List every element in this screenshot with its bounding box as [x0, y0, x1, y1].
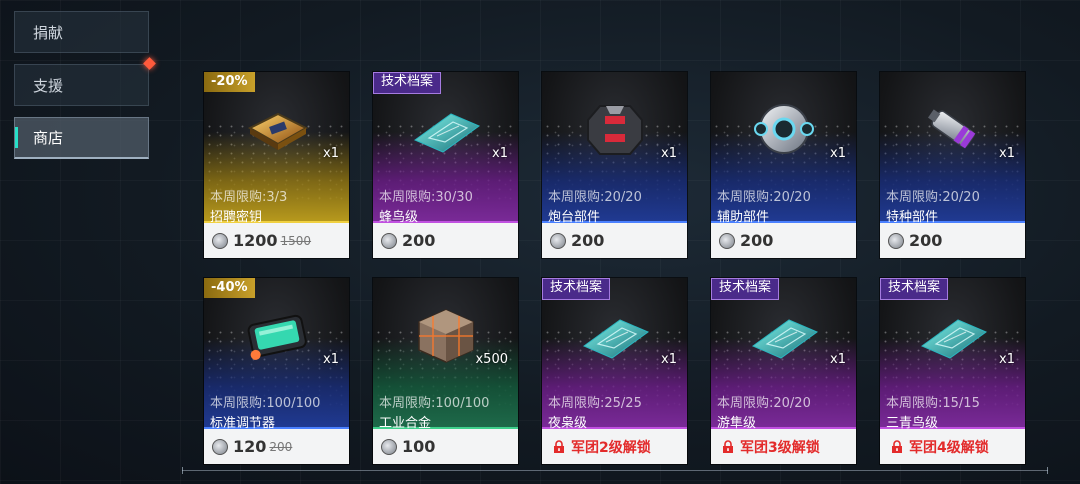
coin-icon [888, 232, 904, 249]
price-bar[interactable]: 200 [880, 223, 1025, 258]
blueprint-icon [580, 306, 650, 364]
unlock-requirement: 军团4级解锁 [909, 439, 989, 456]
alloy-cube-icon [411, 306, 481, 364]
shop-item-card[interactable]: x500 本周限购:100/100 工业合金 100 [372, 277, 519, 465]
original-price: 1500 [280, 233, 312, 248]
locked-bar: 军团3级解锁 [711, 429, 856, 464]
locked-bar: 军团4级解锁 [880, 429, 1025, 464]
weekly-limit: 本周限购:20/20 [886, 190, 980, 205]
tech-archive-tag: 技术档案 [711, 278, 780, 300]
lock-icon [723, 439, 733, 453]
nav-donate-label: 捐献 [33, 23, 64, 42]
item-quantity: x1 [323, 146, 339, 161]
item-quantity: x1 [830, 146, 846, 161]
coin-icon [550, 232, 566, 249]
weekly-limit: 本周限购:25/25 [548, 396, 642, 411]
nav-support-label: 支援 [33, 76, 64, 95]
original-price: 200 [269, 439, 293, 454]
item-quantity: x1 [661, 352, 677, 367]
key-box-icon [242, 100, 312, 158]
weekly-limit: 本周限购:100/100 [379, 396, 490, 411]
weekly-limit: 本周限购:20/20 [717, 190, 811, 205]
coin-icon [719, 232, 735, 249]
support-part-icon [749, 100, 819, 158]
special-part-icon [918, 100, 988, 158]
tech-archive-tag: 技术档案 [880, 278, 949, 300]
coin-icon [381, 438, 397, 455]
item-quantity: x1 [830, 352, 846, 367]
weekly-limit: 本周限购:30/30 [379, 190, 473, 205]
item-price: 200 [740, 231, 774, 250]
shop-item-card[interactable]: x1 本周限购:20/20 特种部件 200 [879, 71, 1026, 259]
tech-archive-tag: 技术档案 [542, 278, 611, 300]
item-quantity: x1 [323, 352, 339, 367]
shop-item-card[interactable]: 技术档案 x1 本周限购:20/20 游隼级 军团3级解锁 [710, 277, 857, 465]
shop-item-card[interactable]: -40% x1 本周限购:100/100 标准调节器 120 200 [203, 277, 350, 465]
price-bar[interactable]: 200 [373, 223, 518, 258]
nav-shop-label: 商店 [33, 129, 64, 147]
lock-icon [554, 439, 564, 453]
item-quantity: x1 [999, 352, 1015, 367]
blueprint-icon [749, 306, 819, 364]
weekly-limit: 本周限购:20/20 [548, 190, 642, 205]
item-quantity: x1 [492, 146, 508, 161]
item-quantity: x1 [999, 146, 1015, 161]
nav-shop[interactable]: 商店 [14, 117, 149, 159]
shop-item-card[interactable]: 技术档案 x1 本周限购:15/15 三青鸟级 军团4级解锁 [879, 277, 1026, 465]
regulator-icon [242, 306, 312, 364]
blueprint-icon [918, 306, 988, 364]
blueprint-icon [411, 100, 481, 158]
shop-item-card[interactable]: x1 本周限购:20/20 辅助部件 200 [710, 71, 857, 259]
weekly-limit: 本周限购:100/100 [210, 396, 321, 411]
lock-icon [892, 439, 902, 453]
price-bar[interactable]: 200 [542, 223, 687, 258]
coin-icon [212, 438, 228, 455]
price-bar[interactable]: 200 [711, 223, 856, 258]
shop-item-card[interactable]: 技术档案 x1 本周限购:30/30 蜂鸟级 200 [372, 71, 519, 259]
price-bar[interactable]: 120 200 [204, 429, 349, 464]
item-quantity: x500 [475, 352, 508, 367]
unlock-requirement: 军团2级解锁 [571, 439, 651, 456]
locked-bar: 军团2级解锁 [542, 429, 687, 464]
item-quantity: x1 [661, 146, 677, 161]
weekly-limit: 本周限购:20/20 [717, 396, 811, 411]
side-nav: 捐献 支援 商店 [14, 11, 156, 170]
scroll-track[interactable] [182, 467, 1048, 474]
coin-icon [381, 232, 397, 249]
coin-icon [212, 232, 228, 249]
tech-archive-tag: 技术档案 [373, 72, 442, 94]
turret-part-icon [580, 100, 650, 158]
item-price: 200 [571, 231, 605, 250]
shop-item-card[interactable]: -20% x1 本周限购:3/3 招聘密钥 1200 1500 [203, 71, 350, 259]
weekly-limit: 本周限购:3/3 [210, 190, 288, 205]
nav-donate[interactable]: 捐献 [14, 11, 149, 53]
item-price: 200 [402, 231, 436, 250]
shop-item-card[interactable]: 技术档案 x1 本周限购:25/25 夜枭级 军团2级解锁 [541, 277, 688, 465]
item-price: 1200 [233, 231, 278, 250]
item-price: 100 [402, 437, 436, 456]
discount-tag: -20% [204, 72, 255, 92]
shop-item-card[interactable]: x1 本周限购:20/20 炮台部件 200 [541, 71, 688, 259]
price-bar[interactable]: 1200 1500 [204, 223, 349, 258]
weekly-limit: 本周限购:15/15 [886, 396, 980, 411]
discount-tag: -40% [204, 278, 255, 298]
item-price: 120 [233, 437, 267, 456]
price-bar[interactable]: 100 [373, 429, 518, 464]
unlock-requirement: 军团3级解锁 [740, 439, 820, 456]
item-price: 200 [909, 231, 943, 250]
nav-support[interactable]: 支援 [14, 57, 156, 106]
